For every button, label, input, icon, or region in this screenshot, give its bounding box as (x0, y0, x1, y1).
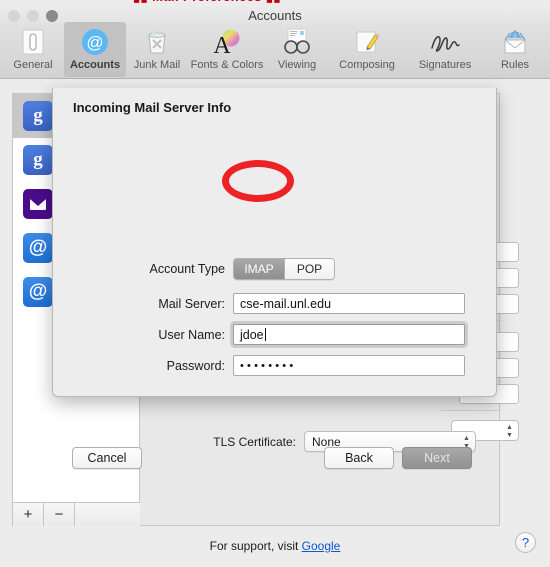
tls-certificate-label: TLS Certificate: (213, 434, 296, 449)
toolbar-label-composing: Composing (339, 59, 395, 71)
at-account-icon: @ (23, 233, 53, 263)
toolbar-label-signatures: Signatures (418, 59, 472, 71)
toolbar-item-accounts[interactable]: @ Accounts (64, 22, 126, 77)
account-type-label: Account Type (149, 262, 225, 276)
eyeglasses-icon (281, 26, 313, 58)
toolbar-label-junk-mail: Junk Mail (133, 59, 181, 71)
toolbar-label-rules: Rules (500, 59, 530, 71)
at-account-icon: @ (23, 277, 53, 307)
toolbar-item-rules[interactable]: Rules (484, 22, 546, 77)
toolbar-item-general[interactable]: General (2, 22, 64, 77)
mail-envelope-icon (23, 189, 53, 219)
user-name-input[interactable]: jdoe (233, 324, 465, 345)
password-row: Password: •••••••• (53, 355, 498, 376)
stepper-arrows-icon: ▲▼ (506, 424, 513, 439)
help-button[interactable]: ? (515, 532, 536, 553)
password-input[interactable]: •••••••• (233, 355, 465, 376)
toolbar-label-fonts-colors: Fonts & Colors (190, 59, 264, 71)
account-type-row: Account Type IMAP POP (53, 258, 498, 280)
toolbar-label-general: General (13, 59, 53, 71)
password-value-masked: •••••••• (240, 359, 297, 372)
toolbar-label-viewing: Viewing (277, 59, 317, 71)
mail-server-row: Mail Server: cse-mail.unl.edu (53, 293, 498, 314)
cancel-button[interactable]: Cancel (72, 447, 142, 469)
svg-text:@: @ (86, 33, 103, 52)
add-account-button[interactable]: + (13, 503, 44, 526)
google-account-icon: g (23, 101, 53, 131)
remove-account-button[interactable]: − (44, 503, 75, 526)
window-title: Accounts (248, 8, 302, 23)
incoming-mail-server-dialog: Incoming Mail Server Info Account Type I… (52, 88, 498, 469)
signature-icon (428, 26, 462, 58)
toolbar-item-viewing[interactable]: Viewing (266, 22, 328, 77)
support-text: For support, visit (209, 539, 302, 553)
preferences-toolbar: General @ Accounts Junk Mail A Fonts & C… (0, 22, 550, 79)
user-name-value: jdoe (240, 327, 264, 342)
envelope-arrows-icon (500, 26, 530, 58)
user-name-row: User Name: jdoe (53, 324, 498, 345)
text-caret (264, 328, 266, 341)
trash-can-icon (143, 26, 171, 58)
accounts-sidebar-footer: + − (13, 502, 140, 526)
svg-text:A: A (213, 33, 231, 56)
mail-server-value: cse-mail.unl.edu (240, 296, 332, 311)
toolbar-item-fonts-colors[interactable]: A Fonts & Colors (188, 22, 266, 77)
toolbar-label-accounts: Accounts (69, 59, 121, 71)
support-footer: For support, visit Google (0, 539, 550, 553)
general-switch-icon (20, 26, 46, 58)
mail-server-label: Mail Server: (158, 296, 225, 311)
support-link-google[interactable]: Google (302, 539, 341, 553)
pencil-note-icon (353, 26, 381, 58)
toolbar-item-composing[interactable]: Composing (328, 22, 406, 77)
obscured-separator (441, 410, 501, 411)
user-name-label: User Name: (158, 327, 225, 342)
segment-imap[interactable]: IMAP (234, 259, 284, 279)
account-type-segmented-control[interactable]: IMAP POP (233, 258, 335, 280)
segment-pop[interactable]: POP (284, 259, 334, 279)
back-button[interactable]: Back (324, 447, 394, 469)
next-button[interactable]: Next (402, 447, 472, 469)
dialog-title: Incoming Mail Server Info (73, 100, 232, 115)
password-label: Password: (166, 358, 225, 373)
mail-server-input[interactable]: cse-mail.unl.edu (233, 293, 465, 314)
google-account-icon: g (23, 145, 53, 175)
letter-a-palette-icon: A (212, 26, 242, 58)
mail-preferences-window: ▮▮ Mail Preferences ▮▮ Accounts General (0, 0, 550, 567)
at-sign-circle-icon: @ (80, 26, 110, 58)
toolbar-item-signatures[interactable]: Signatures (406, 22, 484, 77)
toolbar-item-junk-mail[interactable]: Junk Mail (126, 22, 188, 77)
